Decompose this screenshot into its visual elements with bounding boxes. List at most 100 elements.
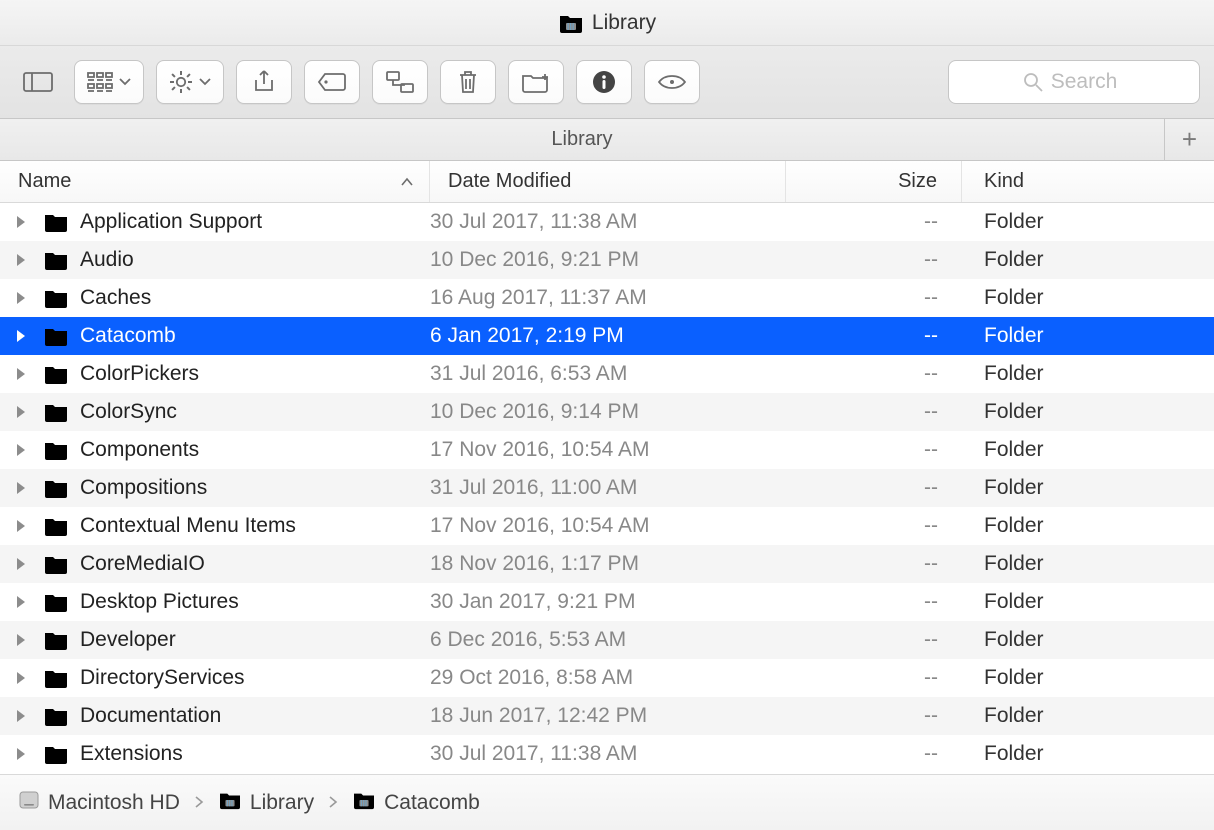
- folder-icon: [42, 553, 80, 575]
- file-row[interactable]: Developer 6 Dec 2016, 5:53 AM -- Folder: [0, 621, 1214, 659]
- window-title: Library: [592, 11, 656, 35]
- folder-icon: [42, 515, 80, 537]
- file-list[interactable]: Application Support 30 Jul 2017, 11:38 A…: [0, 203, 1214, 774]
- file-date: 18 Jun 2017, 12:42 PM: [430, 704, 786, 728]
- file-row[interactable]: Extensions 30 Jul 2017, 11:38 AM -- Fold…: [0, 735, 1214, 773]
- folder-icon: [42, 401, 80, 423]
- column-date-label: Date Modified: [448, 170, 571, 193]
- file-size: --: [786, 514, 962, 538]
- column-size[interactable]: Size: [786, 161, 962, 202]
- file-date: 29 Oct 2016, 8:58 AM: [430, 666, 786, 690]
- file-size: --: [786, 666, 962, 690]
- column-name[interactable]: Name: [0, 161, 430, 202]
- crumb-label: Catacomb: [384, 791, 480, 815]
- sidebar-toggle-button[interactable]: [14, 60, 62, 104]
- folder-icon: [42, 363, 80, 385]
- action-menu-button[interactable]: [156, 60, 224, 104]
- file-row[interactable]: Compositions 31 Jul 2016, 11:00 AM -- Fo…: [0, 469, 1214, 507]
- folder-icon: [42, 743, 80, 765]
- disclosure-triangle-icon[interactable]: [0, 329, 42, 343]
- file-row[interactable]: Application Support 30 Jul 2017, 11:38 A…: [0, 203, 1214, 241]
- new-tab-button[interactable]: +: [1164, 119, 1214, 160]
- column-date-modified[interactable]: Date Modified: [430, 161, 786, 202]
- file-kind: Folder: [962, 628, 1214, 652]
- file-row[interactable]: Caches 16 Aug 2017, 11:37 AM -- Folder: [0, 279, 1214, 317]
- search-field[interactable]: Search: [948, 60, 1200, 104]
- file-kind: Folder: [962, 362, 1214, 386]
- file-row[interactable]: ColorSync 10 Dec 2016, 9:14 PM -- Folder: [0, 393, 1214, 431]
- tags-button[interactable]: [304, 60, 360, 104]
- path-separator-icon: [324, 791, 342, 815]
- disclosure-triangle-icon[interactable]: [0, 671, 42, 685]
- disclosure-triangle-icon[interactable]: [0, 367, 42, 381]
- file-date: 17 Nov 2016, 10:54 AM: [430, 514, 786, 538]
- file-size: --: [786, 438, 962, 462]
- trash-icon: [457, 69, 479, 95]
- column-header: Name Date Modified Size Kind: [0, 161, 1214, 203]
- file-row[interactable]: DirectoryServices 29 Oct 2016, 8:58 AM -…: [0, 659, 1214, 697]
- folder-icon: [42, 629, 80, 651]
- search-placeholder: Search: [1051, 70, 1118, 94]
- disclosure-triangle-icon[interactable]: [0, 519, 42, 533]
- folder-icon: [42, 477, 80, 499]
- file-row[interactable]: Contextual Menu Items 17 Nov 2016, 10:54…: [0, 507, 1214, 545]
- sidebar-icon: [23, 71, 53, 93]
- folder-icon: [42, 287, 80, 309]
- path-separator-icon: [190, 791, 208, 815]
- toolbar: Search: [0, 46, 1214, 119]
- delete-button[interactable]: [440, 60, 496, 104]
- file-size: --: [786, 628, 962, 652]
- disclosure-triangle-icon[interactable]: [0, 215, 42, 229]
- disclosure-triangle-icon[interactable]: [0, 633, 42, 647]
- file-kind: Folder: [962, 590, 1214, 614]
- path-bar: Macintosh HD Library Catacomb: [0, 774, 1214, 830]
- disclosure-triangle-icon[interactable]: [0, 443, 42, 457]
- info-icon: [592, 70, 616, 94]
- file-row[interactable]: ColorPickers 31 Jul 2016, 6:53 AM -- Fol…: [0, 355, 1214, 393]
- connect-server-button[interactable]: [372, 60, 428, 104]
- file-kind: Folder: [962, 666, 1214, 690]
- folder-icon: [42, 591, 80, 613]
- file-kind: Folder: [962, 248, 1214, 272]
- column-size-label: Size: [898, 170, 937, 193]
- column-kind-label: Kind: [984, 170, 1024, 193]
- disclosure-triangle-icon[interactable]: [0, 595, 42, 609]
- new-folder-button[interactable]: [508, 60, 564, 104]
- disclosure-triangle-icon[interactable]: [0, 709, 42, 723]
- folder-icon: [352, 790, 376, 816]
- tag-icon: [317, 72, 347, 92]
- file-kind: Folder: [962, 476, 1214, 500]
- tab-library[interactable]: Library: [0, 119, 1164, 160]
- disclosure-triangle-icon[interactable]: [0, 253, 42, 267]
- file-row[interactable]: Components 17 Nov 2016, 10:54 AM -- Fold…: [0, 431, 1214, 469]
- path-crumb[interactable]: Catacomb: [352, 790, 480, 816]
- disclosure-triangle-icon[interactable]: [0, 747, 42, 761]
- disclosure-triangle-icon[interactable]: [0, 405, 42, 419]
- disclosure-triangle-icon[interactable]: [0, 481, 42, 495]
- file-size: --: [786, 210, 962, 234]
- crumb-label: Library: [250, 791, 314, 815]
- file-kind: Folder: [962, 400, 1214, 424]
- file-date: 31 Jul 2016, 6:53 AM: [430, 362, 786, 386]
- file-row[interactable]: Documentation 18 Jun 2017, 12:42 PM -- F…: [0, 697, 1214, 735]
- file-row[interactable]: Audio 10 Dec 2016, 9:21 PM -- Folder: [0, 241, 1214, 279]
- chevron-down-icon: [119, 78, 131, 86]
- file-size: --: [786, 286, 962, 310]
- disclosure-triangle-icon[interactable]: [0, 557, 42, 571]
- path-crumb[interactable]: Macintosh HD: [18, 789, 180, 817]
- column-kind[interactable]: Kind: [962, 161, 1214, 202]
- folder-icon: [42, 325, 80, 347]
- get-info-button[interactable]: [576, 60, 632, 104]
- file-row[interactable]: CoreMediaIO 18 Nov 2016, 1:17 PM -- Fold…: [0, 545, 1214, 583]
- file-row[interactable]: Catacomb 6 Jan 2017, 2:19 PM -- Folder: [0, 317, 1214, 355]
- quick-look-button[interactable]: [644, 60, 700, 104]
- file-row[interactable]: Desktop Pictures 30 Jan 2017, 9:21 PM --…: [0, 583, 1214, 621]
- path-crumb[interactable]: Library: [218, 790, 314, 816]
- file-size: --: [786, 476, 962, 500]
- file-size: --: [786, 400, 962, 424]
- share-button[interactable]: [236, 60, 292, 104]
- file-name: Developer: [80, 628, 430, 652]
- file-date: 6 Dec 2016, 5:53 AM: [430, 628, 786, 652]
- view-mode-button[interactable]: [74, 60, 144, 104]
- disclosure-triangle-icon[interactable]: [0, 291, 42, 305]
